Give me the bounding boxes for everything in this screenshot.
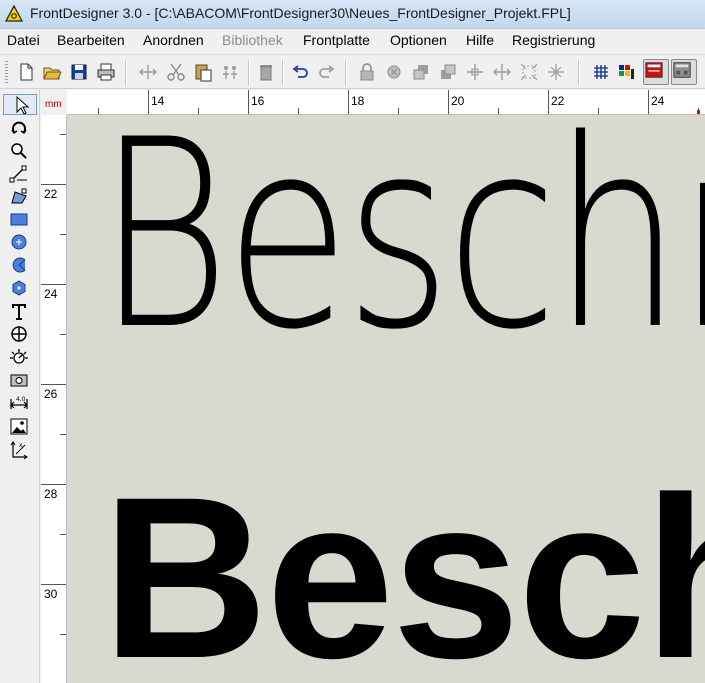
svg-text:4,0: 4,0 [16,396,26,403]
vertical-ruler[interactable]: 22 24 26 28 30 [41,115,67,683]
menu-anordnen[interactable]: Anordnen [143,32,204,48]
tool-palette: 4,0 x [0,90,40,683]
toolbar-grip[interactable] [5,61,8,85]
ruler-h-label: 20 [451,94,465,108]
front-panel-canvas[interactable]: Beschr Besch [67,115,705,683]
panel-text-thin[interactable]: Beschr [97,115,705,387]
split-icon[interactable] [545,61,567,83]
fit-icon[interactable] [518,61,540,83]
ruler-h-label: 24 [651,94,665,108]
menu-optionen[interactable]: Optionen [390,32,447,48]
lock-icon[interactable] [356,61,378,83]
menu-bibliothek[interactable]: Bibliothek [222,32,283,48]
select-arrow-icon[interactable] [3,94,37,115]
ruler-h-label: 16 [251,94,265,108]
toolbar-separator [125,60,127,86]
toolbar-separator [282,60,284,86]
rear-panel-view-icon[interactable] [671,59,697,85]
zoom-icon[interactable] [8,140,30,161]
rotate-icon[interactable] [8,117,30,138]
toolbar-separator [578,60,580,86]
image-icon[interactable] [8,416,30,437]
ruler-h-label: 22 [551,94,565,108]
align-center-icon[interactable] [464,61,486,83]
ruler-v-label: 28 [44,487,58,501]
print-icon[interactable] [95,61,117,83]
save-icon[interactable] [68,61,90,83]
distribute-icon[interactable] [491,61,513,83]
front-panel-view-icon[interactable] [643,59,669,85]
undo-icon[interactable] [289,61,311,83]
horizontal-ruler[interactable]: 14 16 18 20 22 24 [67,90,705,115]
menu-bar: Datei Bearbeiten Anordnen Bibliothek Fro… [0,29,705,51]
colors-icon[interactable] [615,61,637,83]
ruler-h-label: 18 [351,94,365,108]
ruler-unit-corner: mm [41,90,67,115]
group-icon[interactable] [219,61,241,83]
paste-icon[interactable] [192,61,214,83]
app-logo-icon [5,5,23,22]
mirror-icon[interactable] [137,61,159,83]
menu-bearbeiten[interactable]: Bearbeiten [57,32,125,48]
ruler-v-label: 30 [44,587,58,601]
dimension-icon[interactable]: 4,0 [8,393,30,414]
cutout-icon[interactable] [8,370,30,391]
grid-icon[interactable] [590,61,612,83]
menu-hilfe[interactable]: Hilfe [466,32,494,48]
menu-frontplatte[interactable]: Frontplatte [303,32,370,48]
redo-icon[interactable] [316,61,338,83]
to-back-icon[interactable] [410,61,432,83]
text-tool-icon[interactable] [8,301,30,322]
cut-icon[interactable] [165,61,187,83]
drill-hole-icon[interactable] [8,324,30,345]
rectangle-icon[interactable] [8,209,30,230]
polygon-icon[interactable] [8,186,30,207]
open-folder-icon[interactable] [41,61,63,83]
title-bar: FrontDesigner 3.0 - [C:\ABACOM\FrontDesi… [0,0,705,29]
main-toolbar [0,54,705,89]
to-front-icon[interactable] [437,61,459,83]
panel-text-bold[interactable]: Besch [102,445,705,683]
menu-datei[interactable]: Datei [7,32,40,48]
new-file-icon[interactable] [15,61,37,83]
arc-icon[interactable] [8,255,30,276]
svg-text:x: x [19,442,23,449]
toolbar-separator [248,60,250,86]
ruler-v-label: 24 [44,287,58,301]
hexagon-icon[interactable] [8,278,30,299]
delete-icon[interactable] [255,61,277,83]
toolbar-separator [345,60,347,86]
line-icon[interactable] [8,163,30,184]
ruler-v-label: 26 [44,387,58,401]
ruler-h-label: 14 [151,94,165,108]
ruler-unit-label: mm [45,99,62,110]
knob-scale-icon[interactable] [8,347,30,368]
circle-icon[interactable] [8,232,30,253]
ruler-v-label: 22 [44,187,58,201]
measure-icon[interactable]: x [8,439,30,460]
menu-registrierung[interactable]: Registrierung [512,32,595,48]
window-title: FrontDesigner 3.0 - [C:\ABACOM\FrontDesi… [30,5,571,21]
lock-pattern-icon[interactable] [383,61,405,83]
